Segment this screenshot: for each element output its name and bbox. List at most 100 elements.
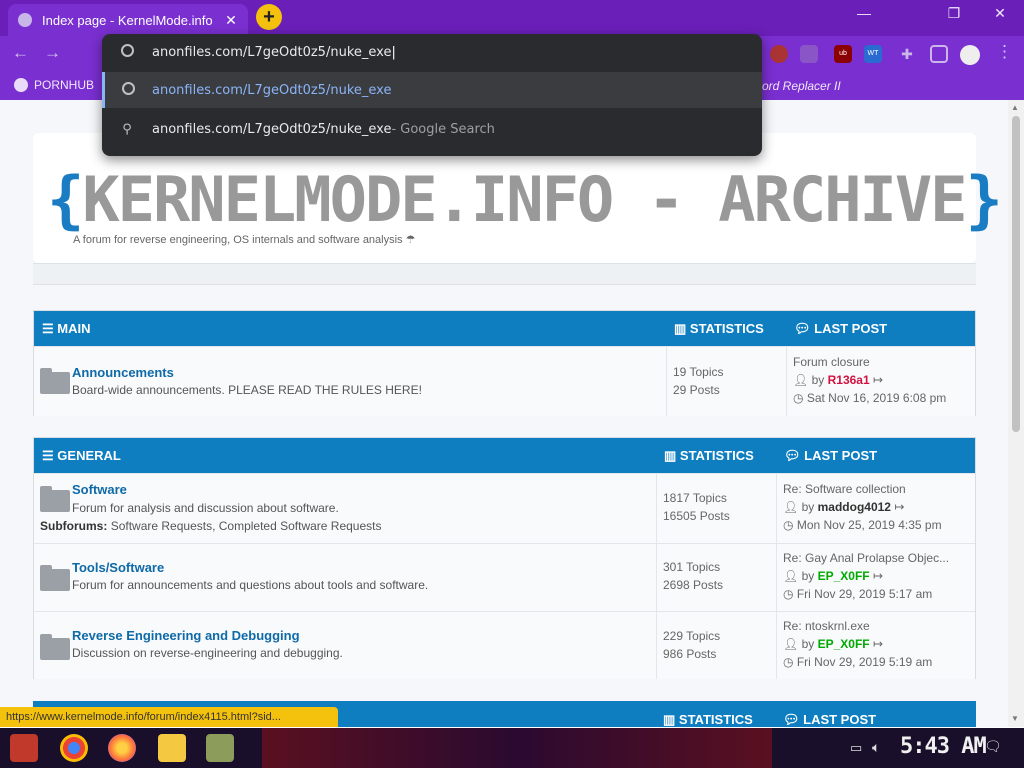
forum-row: Software Forum for analysis and discussi… [34, 473, 975, 543]
browser-tab[interactable]: Index page - KernelMode.info ✕ [8, 4, 248, 36]
clock-icon: ◷ [793, 391, 804, 405]
file-explorer-icon[interactable] [158, 734, 186, 762]
bookmark-label: PORNHUB [34, 78, 95, 92]
forum-link[interactable]: Software [72, 482, 127, 497]
suggestion-url[interactable]: anonfiles.com/L7geOdt0z5/nuke_exe [102, 72, 762, 108]
menu-kebab-icon[interactable]: ⋮ [996, 42, 1013, 62]
forum-stats: 229 Topics 986 Posts [663, 629, 721, 661]
folder-icon [40, 565, 70, 591]
ublock-extension-icon[interactable]: ub [834, 45, 852, 63]
forum-link[interactable]: Tools/Software [72, 560, 164, 575]
taskbar-clock[interactable]: 5:43 AM [900, 734, 987, 759]
last-post-title[interactable]: Forum closure [793, 353, 946, 371]
extension-icon[interactable] [800, 45, 818, 63]
network-icon[interactable]: ▭ [850, 740, 862, 756]
last-post-user[interactable]: maddog4012 [818, 500, 891, 514]
last-post-title[interactable]: Re: ntoskrnl.exe [783, 617, 932, 635]
folder-icon [40, 368, 70, 394]
category-general: ☰ GENERAL ▥ STATISTICS 💬︎ LAST POST Soft… [33, 437, 976, 679]
back-arrow-icon[interactable]: ← [12, 43, 29, 63]
last-post-title[interactable]: Re: Gay Anal Prolapse Objec... [783, 549, 949, 567]
last-post-user[interactable]: EP_X0FF [818, 569, 870, 583]
scroll-up-icon[interactable]: ▲ [1011, 103, 1019, 112]
forum-stats: 301 Topics 2698 Posts [663, 560, 724, 592]
last-post-header: 💬︎ LAST POST [783, 712, 877, 727]
restore-button[interactable]: ❐ [934, 5, 974, 22]
statistics-header: ▥ STATISTICS [663, 712, 753, 727]
suggestion-url-text: anonfiles.com/L7geOdt0z5/nuke_exe [152, 82, 392, 98]
forum-stats: 19 Topics 29 Posts [673, 365, 724, 397]
forum-row: Tools/Software Forum for announcements a… [34, 543, 975, 611]
user-icon: 👤︎ [783, 637, 799, 651]
site-logo[interactable]: {KERNELMODE.INFO - ARCHIVE} [47, 163, 1003, 236]
taskbar: ▭ 🔈︎ 🗨︎ [0, 728, 1024, 768]
forum-link[interactable]: Announcements [72, 365, 174, 380]
category-main: ☰ MAIN ▥ STATISTICS 💬︎ LAST POST Announc… [33, 310, 976, 416]
minimize-button[interactable]: — [844, 5, 884, 21]
start-button[interactable] [10, 734, 38, 762]
folder-icon [40, 634, 70, 660]
app-taskbar-icon[interactable] [206, 734, 234, 762]
status-url-tooltip: https://www.kernelmode.info/forum/index4… [0, 707, 338, 727]
tab-close-icon[interactable]: ✕ [224, 12, 238, 29]
scroll-down-icon[interactable]: ▼ [1011, 714, 1019, 723]
chrome-taskbar-icon[interactable] [60, 734, 88, 762]
suggestion-search-text: anonfiles.com/L7geOdt0z5/nuke_exe [152, 121, 392, 137]
statistics-header: ▥ STATISTICS [674, 321, 764, 336]
last-post-title[interactable]: Re: Software collection [783, 480, 942, 498]
goto-post-icon[interactable]: ↦ [873, 569, 883, 583]
goto-post-icon[interactable]: ↦ [873, 373, 883, 387]
goto-post-icon[interactable]: ↦ [894, 500, 904, 514]
volume-icon[interactable]: 🔈︎ [872, 739, 880, 756]
address-input-value: anonfiles.com/L7geOdt0z5/nuke_exe [152, 44, 392, 60]
window-close-button[interactable]: ✕ [980, 5, 1020, 22]
wt-extension-icon[interactable]: WT [864, 45, 882, 63]
clock-icon: ◷ [783, 518, 794, 532]
scrollbar-thumb[interactable] [1012, 116, 1020, 432]
avatar-extension-icon[interactable] [770, 45, 788, 63]
profile-avatar-icon[interactable] [960, 45, 980, 65]
forum-description: Forum for announcements and questions ab… [72, 578, 429, 592]
forum-row: Reverse Engineering and Debugging Discus… [34, 611, 975, 679]
subforum-links[interactable]: Software Requests, Completed Software Re… [111, 519, 382, 533]
clock-icon: ◷ [783, 587, 794, 601]
forum-description: Forum for analysis and discussion about … [72, 501, 339, 515]
firefox-taskbar-icon[interactable] [108, 734, 136, 762]
search-icon: ⚲ [122, 121, 132, 137]
navbar [33, 263, 976, 285]
forum-description: Discussion on reverse-engineering and de… [72, 646, 343, 660]
side-panel-icon[interactable] [930, 45, 948, 63]
last-post: Re: ntoskrnl.exe 👤︎ by EP_X0FF ↦ ◷ Fri N… [783, 617, 933, 669]
suggestion-search[interactable]: ⚲ anonfiles.com/L7geOdt0z5/nuke_exe - Go… [102, 110, 762, 148]
goto-post-icon[interactable]: ↦ [873, 637, 883, 651]
last-post-header: 💬︎ LAST POST [794, 321, 888, 336]
notifications-icon[interactable]: 🗨︎ [984, 738, 1002, 755]
page-scrollbar[interactable]: ▲ ▼ [1008, 100, 1024, 727]
tab-strip: Index page - KernelMode.info ✕ + — ❐ ✕ [0, 0, 1024, 36]
user-icon: 👤︎ [783, 500, 799, 514]
last-post: Re: Software collection 👤︎ by maddog4012… [783, 480, 942, 532]
forum-description: Board-wide announcements. PLEASE READ TH… [72, 383, 422, 397]
suggestion-search-suffix: - Google Search [391, 121, 495, 137]
category-header: ☰ MAIN ▥ STATISTICS 💬︎ LAST POST [34, 311, 975, 346]
new-tab-button[interactable]: + [256, 4, 282, 30]
site-tagline: A forum for reverse engineering, OS inte… [73, 234, 416, 246]
address-input[interactable]: anonfiles.com/L7geOdt0z5/nuke_exe | [102, 34, 762, 70]
forum-row: Announcements Board-wide announcements. … [34, 346, 975, 416]
puzzle-extensions-icon[interactable]: ✚ [898, 45, 916, 63]
bookmark-item[interactable]: ord Replacer II [762, 79, 841, 93]
folder-icon [40, 486, 70, 512]
last-post: Re: Gay Anal Prolapse Objec... 👤︎ by EP_… [783, 549, 950, 601]
user-icon: 👤︎ [793, 373, 809, 387]
statistics-header: ▥ STATISTICS [664, 448, 754, 463]
taskbar-wallpaper [262, 728, 772, 768]
forward-arrow-icon[interactable]: → [44, 43, 61, 63]
bookmark-item[interactable]: PORNHUB [14, 78, 94, 92]
forum-link[interactable]: Reverse Engineering and Debugging [72, 628, 300, 643]
category-title[interactable]: ☰ MAIN [42, 321, 91, 337]
globe-icon [14, 78, 28, 92]
last-post-user[interactable]: EP_X0FF [818, 637, 870, 651]
last-post-user[interactable]: R136a1 [828, 373, 870, 387]
category-title[interactable]: ☰ GENERAL [42, 448, 121, 464]
last-post-header: 💬︎ LAST POST [784, 448, 878, 463]
